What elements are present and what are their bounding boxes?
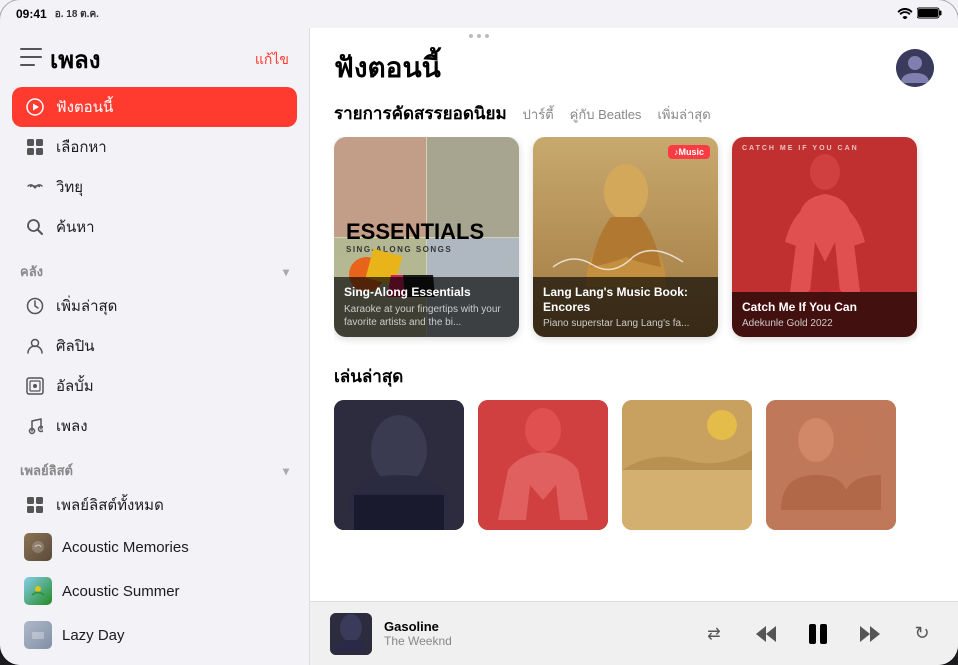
rewind-button[interactable] (750, 618, 782, 650)
sidebar-edit-button[interactable]: แก้ไข (255, 49, 289, 71)
browse-icon (24, 136, 46, 158)
sidebar: เพลง แก้ไข ฟังตอนนี้ (0, 28, 310, 665)
sidebar-item-label: Acoustic Memories (62, 539, 189, 556)
main-content: ฟังตอนนี้ รายการคัดสรรยอดนิยม ปาร์ตี้ คู… (310, 28, 958, 665)
sidebar-add-playlist[interactable]: เพลย์ลิสต์ใหม่ (12, 657, 297, 665)
sidebar-toggle-icon[interactable] (20, 48, 42, 71)
featured-section-header: รายการคัดสรรยอดนิยม ปาร์ตี้ คู่กับ Beatl… (334, 100, 934, 127)
card-lang-lang[interactable]: ♪Music (533, 137, 718, 337)
sidebar-item-label: ศิลปิน (56, 334, 95, 358)
featured-link-3[interactable]: เพิ่มล่าสุด (657, 104, 710, 125)
repeat-button[interactable]: ↻ (906, 618, 938, 650)
status-time: 09:41 (16, 7, 47, 21)
page-title: ฟังตอนนี้ (334, 46, 441, 90)
recent-cards-row (334, 400, 934, 530)
apple-music-badge: ♪Music (668, 145, 710, 159)
recently-played-section: เล่นล่าสุด (334, 363, 934, 530)
featured-link-2[interactable]: คู่กับ Beatles (570, 104, 642, 125)
now-playing-artist: The Weeknd (384, 634, 686, 648)
sidebar-item-label: อัลบั้ม (56, 374, 94, 398)
sidebar-item-label: ฟังตอนนี้ (56, 95, 113, 119)
sidebar-item-recently-added[interactable]: เพิ่มล่าสุด (12, 286, 297, 326)
recent-card-desert[interactable] (622, 400, 752, 530)
sidebar-item-label: เพลง (56, 414, 88, 438)
featured-section: รายการคัดสรรยอดนิยม ปาร์ตี้ คู่กับ Beatl… (334, 100, 934, 345)
fast-forward-button[interactable] (854, 618, 886, 650)
sidebar-item-label: เลือกหา (56, 135, 107, 159)
sidebar-item-acoustic-summer[interactable]: Acoustic Summer (12, 569, 297, 613)
now-playing-thumb (330, 613, 372, 655)
pause-button[interactable] (802, 618, 834, 650)
wifi-icon (897, 7, 913, 22)
sidebar-title: เพลง (50, 40, 100, 79)
now-playing-title: Gasoline (384, 619, 686, 634)
content-scroll: รายการคัดสรรยอดนิยม ปาร์ตี้ คู่กับ Beatl… (310, 100, 958, 601)
card-catch-me-subtitle: Adekunle Gold 2022 (742, 318, 907, 329)
sidebar-item-artists[interactable]: ศิลปิน (12, 326, 297, 366)
shuffle-button[interactable]: ⇄ (698, 618, 730, 650)
sidebar-item-label: Acoustic Summer (62, 583, 180, 600)
sidebar-item-radio[interactable]: วิทยุ (12, 167, 297, 207)
player-controls: ⇄ (698, 618, 938, 650)
songs-icon (24, 415, 46, 437)
artists-icon (24, 335, 46, 357)
battery-icon (917, 7, 942, 22)
sidebar-item-label: วิทยุ (56, 175, 83, 199)
card-catch-me[interactable]: CATCH ME IF YOU CAN Catch Me If You Can … (732, 137, 917, 337)
sidebar-item-label: ค้นหา (56, 215, 95, 239)
playlist-chevron-icon: ▾ (283, 464, 289, 478)
sidebar-item-acoustic-memories[interactable]: Acoustic Memories (12, 525, 297, 569)
essentials-title-text: ESSENTIALS (346, 221, 507, 243)
catch-me-top-text: CATCH ME IF YOU CAN (742, 145, 859, 152)
status-date: อ. 18 ต.ค. (55, 7, 99, 22)
sidebar-item-label: เพิ่มล่าสุด (56, 294, 117, 318)
listen-now-icon (24, 96, 46, 118)
user-avatar[interactable] (896, 49, 934, 87)
card-catch-me-title: Catch Me If You Can (742, 300, 907, 316)
status-bar: 09:41 อ. 18 ต.ค. (0, 0, 958, 28)
playlist-section-label[interactable]: เพลย์ลิสต์ ▾ (12, 446, 297, 485)
acoustic-memories-thumb (24, 533, 52, 561)
featured-link-1[interactable]: ปาร์ตี้ (523, 104, 554, 125)
sidebar-item-browse[interactable]: เลือกหา (12, 127, 297, 167)
radio-icon (24, 176, 46, 198)
sidebar-item-search[interactable]: ค้นหา (12, 207, 297, 247)
featured-section-title: รายการคัดสรรยอดนิยม (334, 100, 507, 127)
all-playlists-icon (24, 494, 46, 516)
recent-card-couple[interactable] (766, 400, 896, 530)
search-icon (24, 216, 46, 238)
sidebar-item-listen-now[interactable]: ฟังตอนนี้ (12, 87, 297, 127)
sidebar-item-label: Lazy Day (62, 627, 125, 644)
now-playing-info: Gasoline The Weeknd (384, 619, 686, 648)
albums-icon (24, 375, 46, 397)
recently-section-header: เล่นล่าสุด (334, 363, 934, 390)
library-chevron-icon: ▾ (283, 265, 289, 279)
recent-card-gasoline[interactable] (334, 400, 464, 530)
sidebar-item-songs[interactable]: เพลง (12, 406, 297, 446)
card-lang-lang-subtitle: Piano superstar Lang Lang's fa... (543, 318, 708, 329)
sidebar-item-lazy-day[interactable]: Lazy Day (12, 613, 297, 657)
sidebar-item-all-playlists[interactable]: เพลย์ลิสต์ทั้งหมด (12, 485, 297, 525)
acoustic-summer-thumb (24, 577, 52, 605)
top-dots (469, 34, 489, 38)
recent-card-catch-me[interactable] (478, 400, 608, 530)
recently-section-title: เล่นล่าสุด (334, 363, 403, 390)
card-sing-along-subtitle: Karaoke at your fingertips with your fav… (344, 303, 509, 329)
recently-added-icon (24, 295, 46, 317)
card-sing-along[interactable]: ESSENTIALS SING-ALONG SONGS (334, 137, 519, 337)
featured-cards-row: ESSENTIALS SING-ALONG SONGS (334, 137, 934, 345)
sidebar-item-label: เพลย์ลิสต์ทั้งหมด (56, 493, 164, 517)
now-playing-bar: Gasoline The Weeknd ⇄ (310, 601, 958, 665)
card-sing-along-title: Sing-Along Essentials (344, 285, 509, 301)
library-section-label[interactable]: คลัง ▾ (12, 247, 297, 286)
card-lang-lang-title: Lang Lang's Music Book: Encores (543, 285, 708, 316)
sidebar-item-albums[interactable]: อัลบั้ม (12, 366, 297, 406)
sidebar-header: เพลง แก้ไข (0, 28, 309, 87)
lazy-day-thumb (24, 621, 52, 649)
content-header: ฟังตอนนี้ (310, 28, 958, 100)
sidebar-scroll: ฟังตอนนี้ เลือกหา (0, 87, 309, 665)
